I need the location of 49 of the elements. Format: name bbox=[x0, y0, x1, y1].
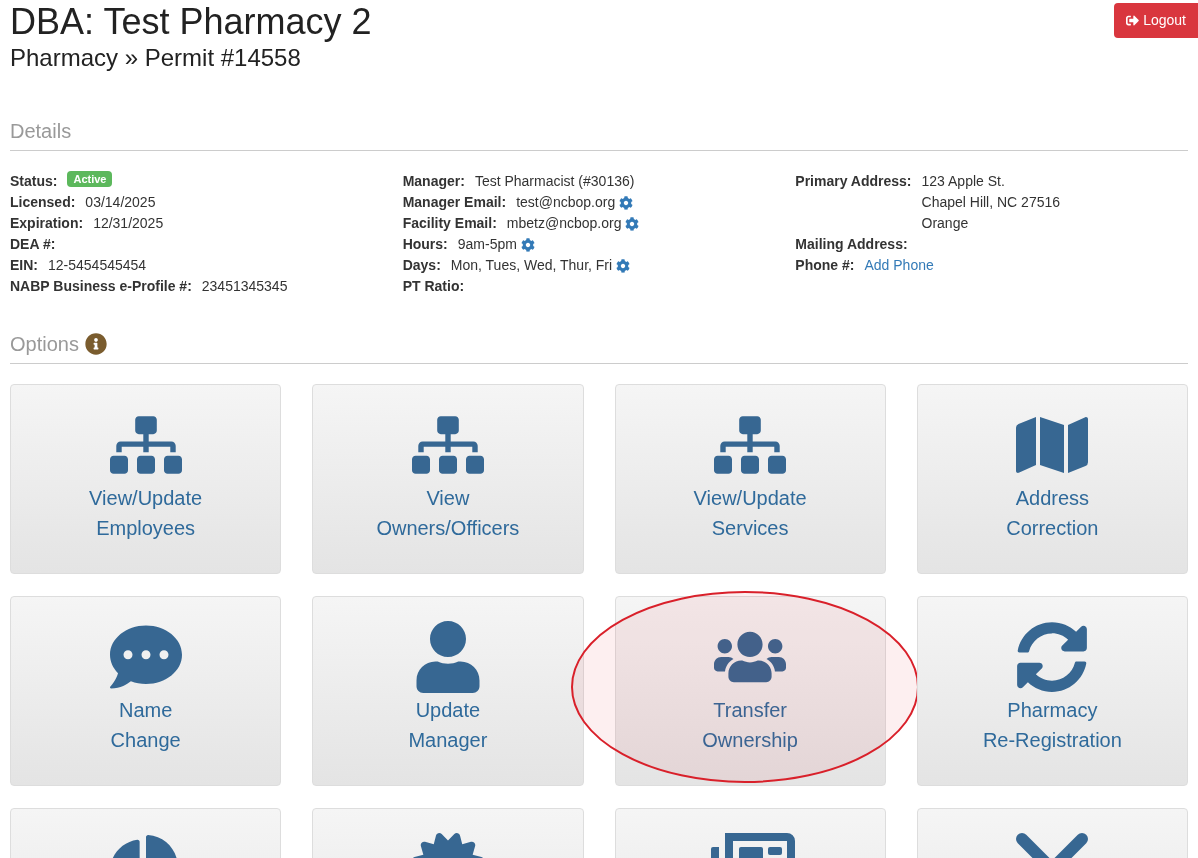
field-label: Expiration: bbox=[10, 214, 84, 233]
field-label: PT Ratio: bbox=[402, 277, 465, 296]
field-label: NABP Business e-Profile #: bbox=[10, 277, 192, 296]
field-label: Phone #: bbox=[795, 256, 855, 275]
field-label: DEA #: bbox=[10, 235, 56, 254]
breadcrumb: Pharmacy » Permit #14558 bbox=[10, 44, 302, 72]
settings-icon[interactable] bbox=[616, 258, 631, 273]
logout-icon bbox=[1126, 14, 1140, 27]
option-tile[interactable]: View/Update Services bbox=[614, 384, 886, 574]
option-tile[interactable]: View Owners/Officers bbox=[312, 384, 584, 574]
options-heading: Options bbox=[10, 332, 79, 357]
field-label: Status: bbox=[10, 172, 58, 191]
field-value: Test Pharmacist (#30136) bbox=[474, 172, 635, 191]
field-value: 9am-5pm bbox=[457, 235, 517, 254]
field-value: mbetz@ncbop.org bbox=[506, 214, 622, 233]
option-tile[interactable]: Update Manager bbox=[312, 596, 584, 786]
option-tile[interactable]: View/Update Employees bbox=[10, 384, 282, 574]
info-icon[interactable] bbox=[84, 333, 107, 355]
field-value: 03/14/2025 bbox=[85, 193, 156, 212]
option-tile[interactable]: Address Correction bbox=[916, 384, 1188, 574]
refresh-icon bbox=[1016, 621, 1089, 693]
field-value: Mon, Tues, Wed, Thur, Fri bbox=[450, 256, 613, 275]
option-tile[interactable]: Name Change bbox=[10, 596, 282, 786]
field-label: Mailing Address: bbox=[795, 235, 908, 254]
field-value: 123 Apple St. bbox=[921, 172, 1005, 191]
details-heading: Details bbox=[10, 116, 1188, 151]
field-label: Manager Email: bbox=[402, 193, 507, 212]
add-phone-link[interactable]: Add Phone bbox=[864, 255, 934, 276]
field-label: EIN: bbox=[10, 256, 38, 275]
page-title: DBA: Test Pharmacy 2 bbox=[10, 0, 372, 44]
settings-icon[interactable] bbox=[625, 216, 640, 231]
field-value: 23451345345 bbox=[201, 277, 288, 296]
status-badge: Active bbox=[67, 171, 113, 187]
field-value: 12-5454545454 bbox=[48, 256, 147, 275]
settings-icon[interactable] bbox=[520, 237, 535, 252]
field-value: Orange bbox=[921, 214, 969, 233]
field-value: Chapel Hill, NC 27516 bbox=[921, 193, 1061, 212]
field-label: Manager: bbox=[402, 172, 465, 191]
logout-button[interactable]: Logout bbox=[1114, 3, 1198, 38]
field-label: Days: bbox=[402, 256, 441, 275]
option-tile[interactable]: Transfer Ownership bbox=[614, 596, 886, 786]
field-label: Facility Email: bbox=[402, 214, 497, 233]
field-label: Primary Address: bbox=[795, 172, 912, 191]
field-value: 12/31/2025 bbox=[93, 214, 164, 233]
option-tile[interactable]: Pharmacy Re-Registration bbox=[916, 596, 1188, 786]
field-value: test@ncbop.org bbox=[516, 193, 616, 212]
settings-icon[interactable] bbox=[619, 195, 634, 210]
field-label: Licensed: bbox=[10, 193, 76, 212]
field-label: Hours: bbox=[402, 235, 448, 254]
